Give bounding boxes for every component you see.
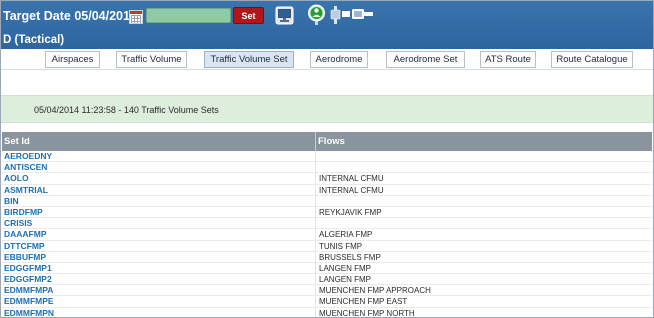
table-row[interactable]: BIRDFMP REYKJAVIK FMP bbox=[2, 206, 652, 219]
set-id-link[interactable]: ANTISCEN bbox=[4, 162, 47, 173]
page-title: Target Date 05/04/2014 bbox=[3, 9, 137, 23]
table-row[interactable]: EDMMFMPA MUENCHEN FMP APPROACH bbox=[2, 285, 652, 297]
set-button[interactable]: Set bbox=[233, 7, 264, 24]
flows-cell: INTERNAL CFMU bbox=[319, 185, 384, 195]
set-id-link[interactable]: BIRDFMP bbox=[4, 207, 43, 218]
flows-cell: REYKJAVIK FMP bbox=[319, 207, 382, 217]
tab-aerodrome-set[interactable]: Aerodrome Set bbox=[386, 51, 465, 68]
spacer bbox=[1, 71, 653, 95]
flows-cell: MUENCHEN FMP NORTH bbox=[319, 308, 415, 318]
flows-cell: BRUSSELS FMP bbox=[319, 252, 381, 262]
tab-ats-route[interactable]: ATS Route bbox=[480, 51, 536, 68]
table-row[interactable]: DTTCFMP TUNIS FMP bbox=[2, 240, 652, 252]
tab-aerodrome[interactable]: Aerodrome bbox=[310, 51, 368, 68]
set-id-link[interactable]: DAAAFMP bbox=[4, 229, 47, 240]
title-row: Target Date 05/04/2014 bbox=[3, 7, 137, 25]
set-id-link[interactable]: CRISIS bbox=[4, 218, 32, 229]
calendar-icon[interactable] bbox=[129, 10, 143, 24]
flows-cell: LANGEN FMP bbox=[319, 275, 372, 285]
column-header-flows[interactable]: Flows bbox=[318, 136, 345, 147]
table-row[interactable]: EDMMFMPE MUENCHEN FMP EAST bbox=[2, 296, 652, 308]
table-row[interactable]: BIN bbox=[2, 195, 652, 207]
flows-cell: MUENCHEN FMP APPROACH bbox=[319, 286, 431, 296]
date-input[interactable] bbox=[146, 8, 231, 23]
status-banner: 05/04/2014 11:23:58 - 140 Traffic Volume… bbox=[1, 95, 653, 123]
set-id-link[interactable]: AOLO bbox=[4, 173, 29, 184]
set-id-link[interactable]: EDMMFMPE bbox=[4, 296, 54, 307]
set-id-link[interactable]: EBBUFMP bbox=[4, 252, 46, 263]
table-row[interactable]: ASMTRIAL INTERNAL CFMU bbox=[2, 184, 652, 196]
traffic-volume-set-table: Set Id Flows AEROEDNY ANTISCEN AOLO INTERNA… bbox=[2, 132, 652, 318]
tab-route-catalogue[interactable]: Route Catalogue bbox=[551, 51, 633, 68]
monitor-icon[interactable] bbox=[275, 6, 294, 25]
table-row[interactable]: DAAAFMP ALGERIA FMP bbox=[2, 229, 652, 241]
globe-user-icon[interactable] bbox=[306, 4, 327, 26]
table-row[interactable]: EDGGFMP1 LANGEN FMP bbox=[2, 262, 652, 275]
flows-cell: LANGEN FMP bbox=[319, 263, 372, 273]
tab-traffic-volume-set[interactable]: Traffic Volume Set bbox=[204, 51, 294, 68]
flows-cell: INTERNAL CFMU bbox=[319, 174, 384, 184]
tab-traffic-volume[interactable]: Traffic Volume bbox=[116, 51, 187, 68]
set-id-link[interactable]: EDMMFMPN bbox=[4, 308, 54, 317]
header-bar: Target Date 05/04/2014 Set D (Tactical) bbox=[1, 1, 653, 49]
flows-cell: ALGERIA FMP bbox=[319, 230, 373, 240]
flows-cell: TUNIS FMP bbox=[319, 241, 363, 251]
table-row[interactable]: AEROEDNY bbox=[2, 151, 652, 163]
set-id-link[interactable]: AEROEDNY bbox=[4, 151, 52, 162]
flows-cell: MUENCHEN FMP EAST bbox=[319, 297, 408, 307]
set-id-link[interactable]: BIN bbox=[4, 196, 19, 207]
app-window: Target Date 05/04/2014 Set D (Tactical) … bbox=[0, 0, 654, 318]
table-header: Set Id Flows bbox=[2, 132, 652, 151]
table-row[interactable]: EDGGFMP2 LANGEN FMP bbox=[2, 274, 652, 286]
set-id-link[interactable]: ASMTRIAL bbox=[4, 185, 48, 196]
set-id-link[interactable]: EDGGFMP1 bbox=[4, 263, 52, 274]
table-row[interactable]: ANTISCEN bbox=[2, 162, 652, 174]
tab-airspaces[interactable]: Airspaces bbox=[45, 51, 100, 68]
set-id-link[interactable]: EDMMFMPA bbox=[4, 285, 53, 296]
table-row[interactable]: EDMMFMPN MUENCHEN FMP NORTH bbox=[2, 307, 652, 318]
set-id-link[interactable]: EDGGFMP2 bbox=[4, 274, 52, 285]
table-row[interactable]: CRISIS bbox=[2, 218, 652, 230]
table-row[interactable]: EBBUFMP BRUSSELS FMP bbox=[2, 251, 652, 263]
table-body: AEROEDNY ANTISCEN AOLO INTERNAL CFMU ASMTRIA… bbox=[2, 151, 652, 318]
set-id-link[interactable]: DTTCFMP bbox=[4, 241, 45, 252]
table-row[interactable]: AOLO INTERNAL CFMU bbox=[2, 173, 652, 185]
status-message: 05/04/2014 11:23:58 - 140 Traffic Volume… bbox=[34, 105, 219, 115]
column-header-set-id[interactable]: Set Id bbox=[4, 136, 30, 147]
tab-strip: Airspaces Traffic Volume Traffic Volume … bbox=[1, 49, 653, 70]
connection-icon[interactable] bbox=[328, 4, 376, 26]
mode-label: D (Tactical) bbox=[3, 34, 65, 46]
